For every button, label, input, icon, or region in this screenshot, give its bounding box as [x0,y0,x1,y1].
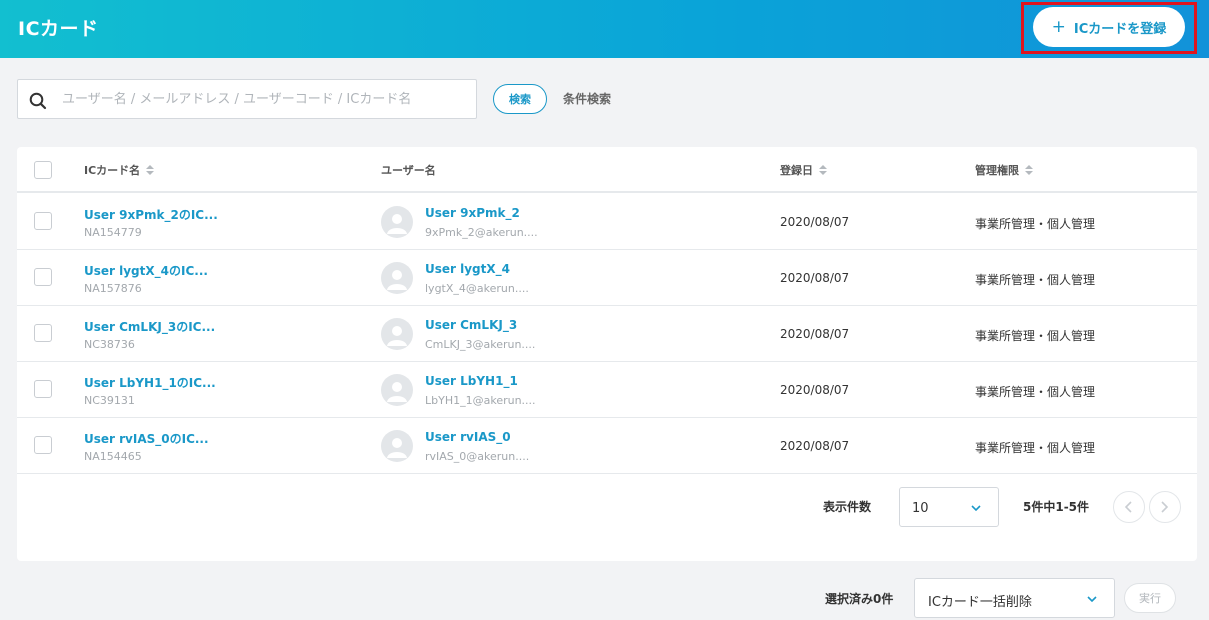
user-name-link[interactable]: User CmLKJ_3 [425,318,517,332]
user-email: 9xPmk_2@akerun.... [425,226,538,239]
ic-card-table: ICカード名 ユーザー名 登録日 管理権限 User 9xPmk_2のIC...… [17,147,1197,561]
selected-count: 選択済み0件 [825,592,894,606]
registered-date: 2020/08/07 [780,215,850,229]
search-box [17,79,477,119]
card-code: NA157876 [84,282,142,295]
app-header: ICカード + ICカードを登録 [0,0,1209,58]
next-page-button[interactable] [1149,491,1181,523]
card-name-link[interactable]: User rvIAS_0のIC... [84,430,209,447]
chevron-left-icon [1124,501,1132,513]
column-label: ICカード名 [84,164,141,177]
plus-icon: + [1051,16,1066,37]
user-email: rvIAS_0@akerun.... [425,450,530,463]
card-code: NC38736 [84,338,135,351]
user-name-link[interactable]: User 9xPmk_2 [425,206,520,220]
permission: 事業所管理・個人管理 [975,385,1096,399]
bulk-action-select[interactable]: ICカード一括削除 [914,578,1115,618]
avatar-icon [381,318,413,350]
select-all-checkbox[interactable] [34,161,52,179]
table-row: User LbYH1_1のIC... NC39131 User LbYH1_1 … [17,362,1197,418]
column-header-card-name[interactable]: ICカード名 [84,162,155,178]
table-header: ICカード名 ユーザー名 登録日 管理権限 [17,147,1197,193]
permission: 事業所管理・個人管理 [975,273,1096,287]
per-page-value: 10 [912,501,929,516]
card-name-link[interactable]: User 9xPmk_2のIC... [84,206,218,223]
chevron-right-icon [1161,501,1169,513]
row-checkbox[interactable] [34,268,52,286]
registered-date: 2020/08/07 [780,439,850,453]
user-name-link[interactable]: User LbYH1_1 [425,374,518,388]
permission: 事業所管理・個人管理 [975,441,1096,455]
pagination-info: 5件中1-5件 [1023,500,1090,514]
user-email: LbYH1_1@akerun.... [425,394,536,407]
card-code: NA154465 [84,450,142,463]
column-header-user-name: ユーザー名 [381,162,436,178]
prev-page-button[interactable] [1113,491,1145,523]
row-checkbox[interactable] [34,212,52,230]
chevron-down-icon [1087,596,1097,602]
per-page-label: 表示件数 [823,500,872,514]
sort-icon [146,165,155,175]
search-button[interactable]: 検索 [493,84,547,114]
column-label: 管理権限 [975,164,1019,177]
table-row: User 9xPmk_2のIC... NA154779 User 9xPmk_2… [17,194,1197,250]
avatar-icon [381,430,413,462]
column-label: ユーザー名 [381,164,436,177]
column-header-permission[interactable]: 管理権限 [975,162,1033,178]
per-page-select[interactable]: 10 [899,487,999,527]
registered-date: 2020/08/07 [780,327,850,341]
card-name-link[interactable]: User CmLKJ_3のIC... [84,318,215,335]
column-header-registered-date[interactable]: 登録日 [780,162,827,178]
column-label: 登録日 [780,164,813,177]
registered-date: 2020/08/07 [780,383,850,397]
avatar-icon [381,374,413,406]
row-checkbox[interactable] [34,436,52,454]
card-name-link[interactable]: User lygtX_4のIC... [84,262,208,279]
chevron-down-icon [971,505,981,511]
card-name-link[interactable]: User LbYH1_1のIC... [84,374,216,391]
row-checkbox[interactable] [34,380,52,398]
bulk-action-value: ICカード一括削除 [928,595,1032,610]
execute-button[interactable]: 実行 [1124,583,1176,613]
page-title: ICカード [18,18,99,40]
row-checkbox[interactable] [34,324,52,342]
user-email: lygtX_4@akerun.... [425,282,529,295]
search-icon [29,92,47,110]
user-name-link[interactable]: User rvIAS_0 [425,430,511,444]
avatar-icon [381,206,413,238]
table-row: User CmLKJ_3のIC... NC38736 User CmLKJ_3 … [17,306,1197,362]
sort-icon [1025,165,1033,175]
sort-icon [819,165,827,175]
table-row: User lygtX_4のIC... NA157876 User lygtX_4… [17,250,1197,306]
register-ic-card-button[interactable]: + ICカードを登録 [1033,7,1185,47]
card-code: NC39131 [84,394,135,407]
advanced-search-link[interactable]: 条件検索 [563,90,611,107]
user-name-link[interactable]: User lygtX_4 [425,262,510,276]
permission: 事業所管理・個人管理 [975,329,1096,343]
table-row: User rvIAS_0のIC... NA154465 User rvIAS_0… [17,418,1197,474]
register-button-label: ICカードを登録 [1073,21,1167,37]
search-input[interactable] [62,80,470,118]
user-email: CmLKJ_3@akerun.... [425,338,536,351]
permission: 事業所管理・個人管理 [975,217,1096,231]
registered-date: 2020/08/07 [780,271,850,285]
card-code: NA154779 [84,226,142,239]
avatar-icon [381,262,413,294]
